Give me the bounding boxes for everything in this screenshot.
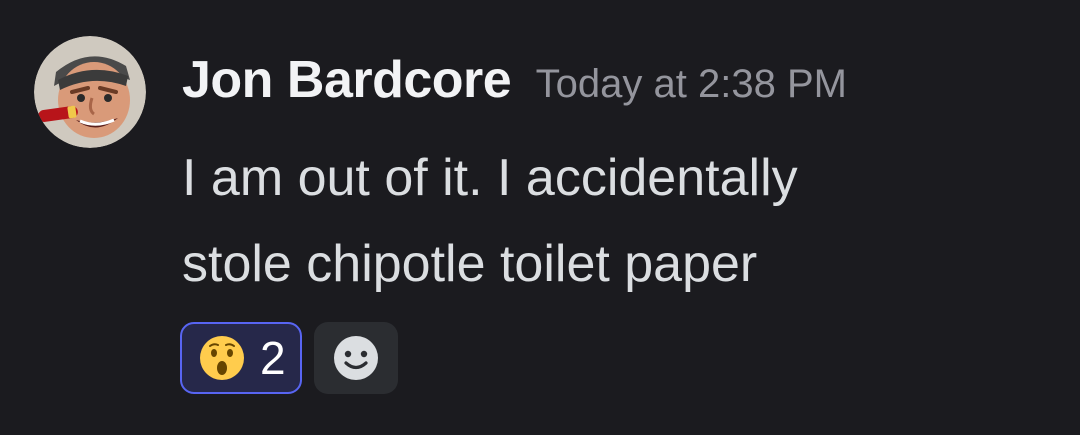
avatar-image [34, 36, 146, 148]
message-content: I am out of it. I accidentally stole chi… [182, 135, 982, 307]
message-header: Jon Bardcore Today at 2:38 PM [182, 50, 847, 116]
smiley-icon [332, 334, 380, 382]
reaction-count: 2 [260, 332, 286, 384]
add-reaction-button[interactable] [313, 322, 398, 394]
timestamp[interactable]: Today at 2:38 PM [536, 62, 847, 106]
astonished-face-icon [198, 334, 246, 382]
avatar[interactable] [34, 36, 146, 148]
message-line: stole chipotle toilet paper [182, 235, 758, 293]
chat-message: Jon Bardcore Today at 2:38 PM I am out o… [0, 0, 1080, 435]
username[interactable]: Jon Bardcore [182, 51, 512, 109]
reactions-bar: 2 [180, 322, 398, 394]
message-line: I am out of it. I accidentally [182, 149, 798, 207]
reaction-button[interactable]: 2 [180, 322, 302, 394]
